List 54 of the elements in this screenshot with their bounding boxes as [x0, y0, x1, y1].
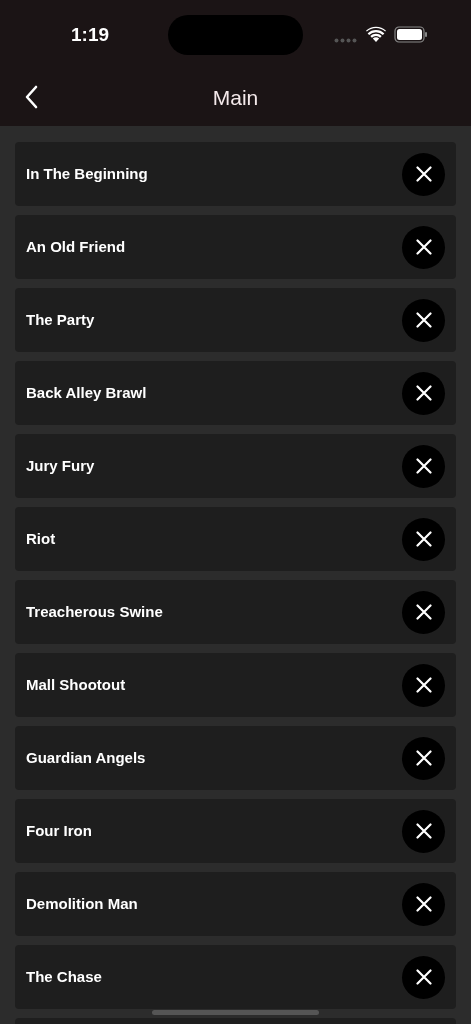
row-title: An Old Friend: [26, 237, 126, 257]
remove-button[interactable]: [402, 152, 445, 196]
close-icon: [415, 677, 432, 693]
list-row[interactable]: The Party: [15, 288, 456, 352]
close-icon: [415, 750, 432, 766]
list-row[interactable]: Mall Shootout: [15, 653, 456, 717]
list-row[interactable]: Jury Fury: [15, 434, 456, 498]
signal-icon: [334, 38, 358, 43]
close-icon: [415, 312, 432, 328]
close-icon: [415, 969, 432, 985]
list-row[interactable]: An Old Friend: [15, 215, 456, 279]
remove-button[interactable]: [402, 298, 445, 342]
remove-button[interactable]: [402, 955, 445, 999]
back-chevron-icon: [24, 85, 38, 109]
row-title: Guardian Angels: [26, 748, 146, 768]
list-row[interactable]: Guardian Angels: [15, 726, 456, 790]
row-title: Jury Fury: [26, 456, 95, 476]
row-title: Treacherous Swine: [26, 602, 163, 622]
remove-button[interactable]: [402, 736, 445, 780]
close-icon: [415, 166, 432, 182]
row-title: Back Alley Brawl: [26, 383, 147, 403]
row-title: The Party: [26, 310, 95, 330]
wifi-icon: [366, 26, 386, 42]
close-icon: [415, 531, 432, 547]
close-icon: [415, 604, 432, 620]
list-row[interactable]: The Chase: [15, 945, 456, 1009]
close-icon: [415, 896, 432, 912]
row-title: In The Beginning: [26, 164, 148, 184]
row-title: Four Iron: [26, 821, 92, 841]
remove-button[interactable]: [402, 663, 445, 707]
close-icon: [415, 458, 432, 474]
row-title: Mall Shootout: [26, 675, 126, 695]
remove-button[interactable]: [402, 590, 445, 634]
remove-button[interactable]: [402, 444, 445, 488]
list-row[interactable]: Back Alley Brawl: [15, 361, 456, 425]
screen-title: Main: [212, 85, 259, 111]
row-title: Riot: [26, 529, 56, 549]
list-row[interactable]: Demolition Man: [15, 872, 456, 936]
remove-button[interactable]: [402, 882, 445, 926]
list-row[interactable]: In The Beginning: [15, 142, 456, 206]
list-row[interactable]: Treacherous Swine: [15, 580, 456, 644]
status-time: 1:19: [71, 23, 110, 47]
remove-button[interactable]: [402, 809, 445, 853]
battery-icon: [394, 26, 428, 43]
remove-button[interactable]: [402, 517, 445, 561]
row-title: The Chase: [26, 967, 102, 987]
close-icon: [415, 239, 432, 255]
remove-button[interactable]: [402, 371, 445, 415]
list-row[interactable]: Four Iron: [15, 799, 456, 863]
row-title: Demolition Man: [26, 894, 138, 914]
close-icon: [415, 385, 432, 401]
list-row[interactable]: Riot: [15, 507, 456, 571]
close-icon: [415, 823, 432, 839]
remove-button[interactable]: [402, 225, 445, 269]
